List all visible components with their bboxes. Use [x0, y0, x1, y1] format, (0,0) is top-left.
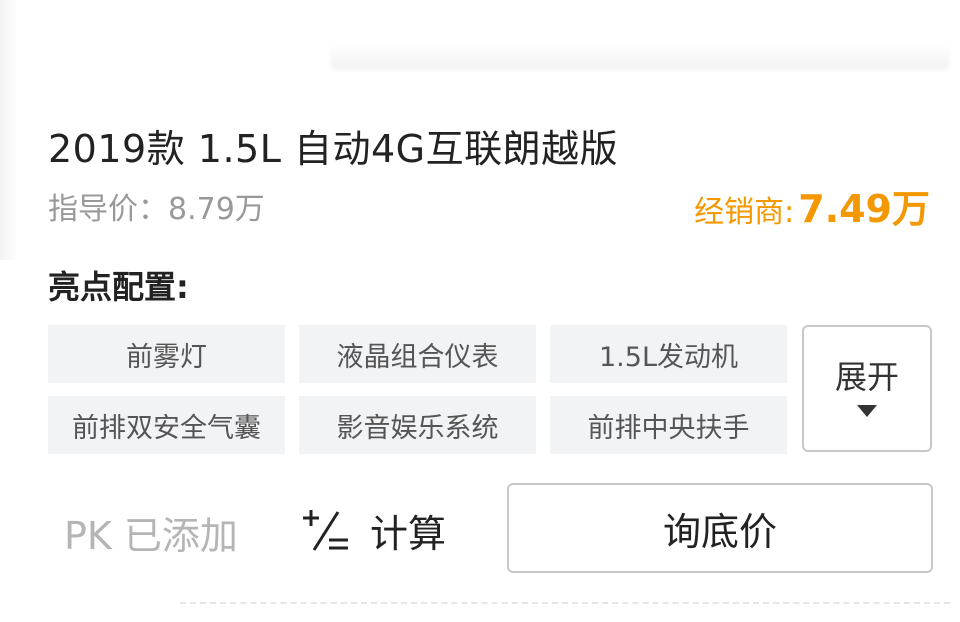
- highlight-tag: 1.5L发动机: [550, 325, 787, 383]
- highlight-tag: 前排中央扶手: [550, 396, 787, 454]
- caret-down-icon: [857, 405, 877, 418]
- dealer-price-value: 7.49万: [798, 187, 930, 231]
- header-shadow: [330, 44, 950, 70]
- car-model-title: 2019款 1.5L 自动4G互联朗越版: [48, 127, 619, 171]
- highlights-title: 亮点配置:: [48, 268, 189, 306]
- calculate-button[interactable]: 计算: [302, 505, 447, 556]
- car-config-card: 2019款 1.5L 自动4G互联朗越版 指导价：8.79万 经销商: 7.49万…: [0, 0, 960, 622]
- calculate-label: 计算: [370, 511, 447, 556]
- highlight-tag: 影音娱乐系统: [299, 396, 536, 454]
- highlight-tag: 前雾灯: [48, 325, 285, 383]
- dealer-price-block: 经销商: 7.49万: [694, 178, 930, 233]
- divider: [180, 602, 950, 604]
- inquire-price-button[interactable]: 询底价: [507, 483, 933, 573]
- calculator-icon: [303, 510, 348, 551]
- expand-label: 展开: [834, 357, 899, 396]
- expand-button[interactable]: 展开: [802, 325, 932, 452]
- pk-added-button[interactable]: PK 已添加: [64, 505, 238, 560]
- guide-price: 指导价：8.79万: [48, 192, 265, 227]
- highlight-tag: 液晶组合仪表: [299, 325, 536, 383]
- highlight-tag: 前排双安全气囊: [48, 396, 285, 454]
- previous-card-edge: [0, 0, 18, 260]
- dealer-price-label: 经销商:: [694, 195, 795, 230]
